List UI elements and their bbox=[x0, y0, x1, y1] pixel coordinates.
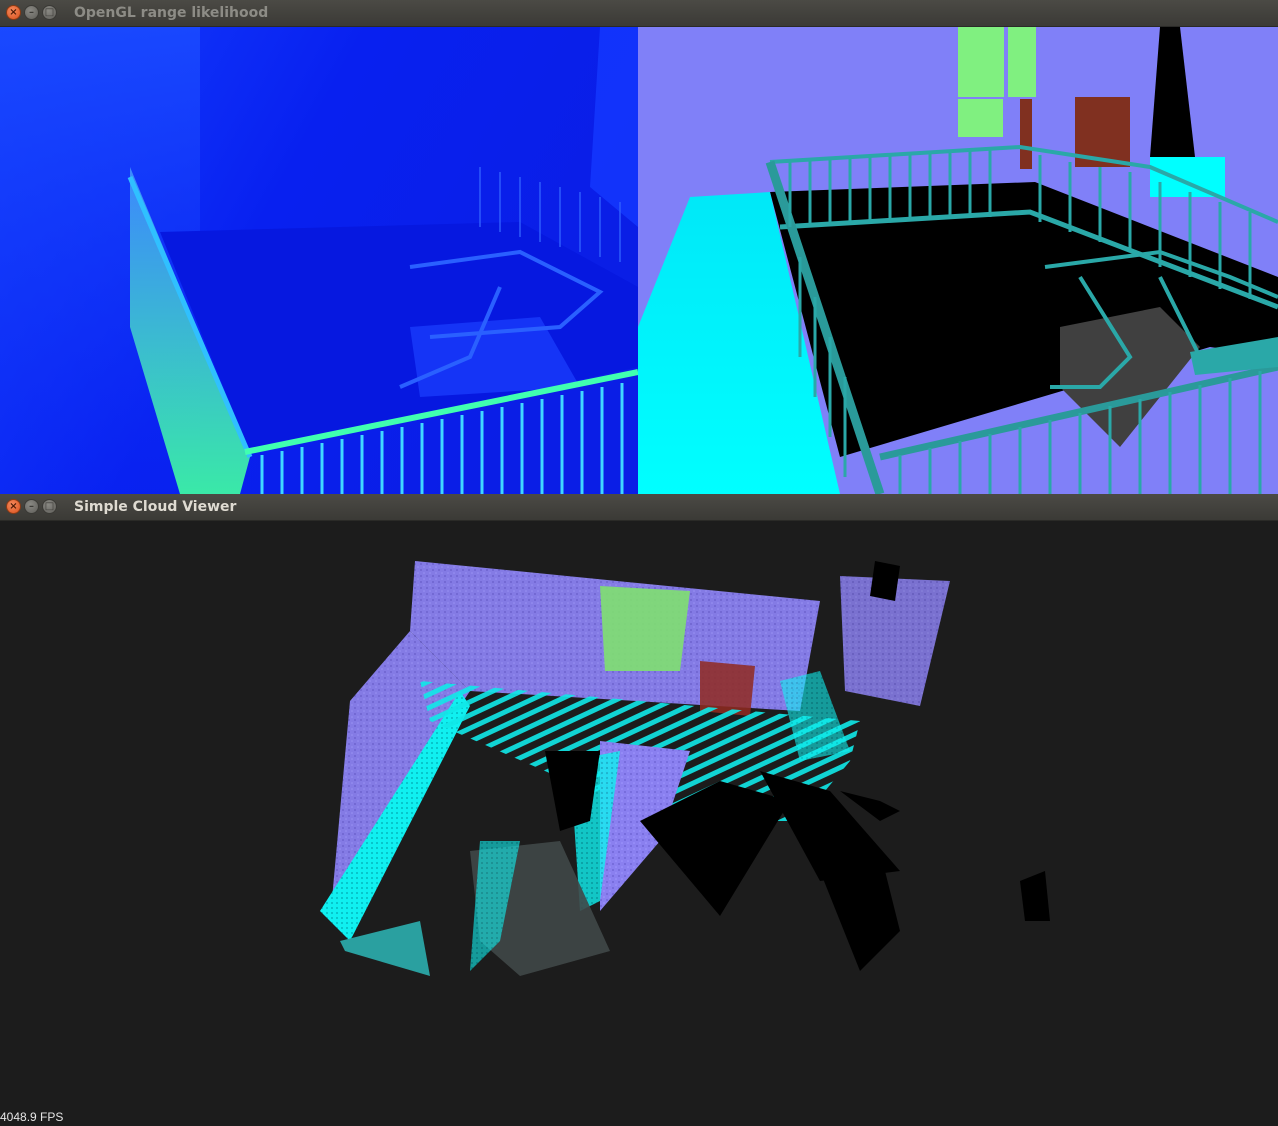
cloud-viewer-window: × – □ Simple Cloud Viewer 4048.9 FPS bbox=[0, 494, 1278, 1126]
close-icon[interactable]: × bbox=[6, 5, 21, 20]
point-cloud-canvas[interactable]: 4048.9 FPS bbox=[0, 521, 1278, 1126]
point-cloud bbox=[320, 561, 1050, 976]
render-area bbox=[0, 27, 1278, 494]
window-controls: × – □ bbox=[6, 499, 57, 514]
window-controls: × – □ bbox=[6, 5, 57, 20]
maximize-icon[interactable]: □ bbox=[42, 499, 57, 514]
window-titlebar[interactable]: × – □ Simple Cloud Viewer bbox=[0, 494, 1278, 521]
label-view bbox=[638, 27, 1278, 494]
window-titlebar[interactable]: × – □ OpenGL range likelihood bbox=[0, 0, 1278, 27]
maximize-icon[interactable]: □ bbox=[42, 5, 57, 20]
window-title: Simple Cloud Viewer bbox=[74, 499, 237, 515]
minimize-icon[interactable]: – bbox=[24, 5, 39, 20]
fps-counter: 4048.9 FPS bbox=[0, 1110, 64, 1124]
close-icon[interactable]: × bbox=[6, 499, 21, 514]
depth-view bbox=[0, 27, 639, 494]
range-likelihood-window: × – □ OpenGL range likelihood bbox=[0, 0, 1278, 494]
minimize-icon[interactable]: – bbox=[24, 499, 39, 514]
window-title: OpenGL range likelihood bbox=[74, 5, 269, 21]
